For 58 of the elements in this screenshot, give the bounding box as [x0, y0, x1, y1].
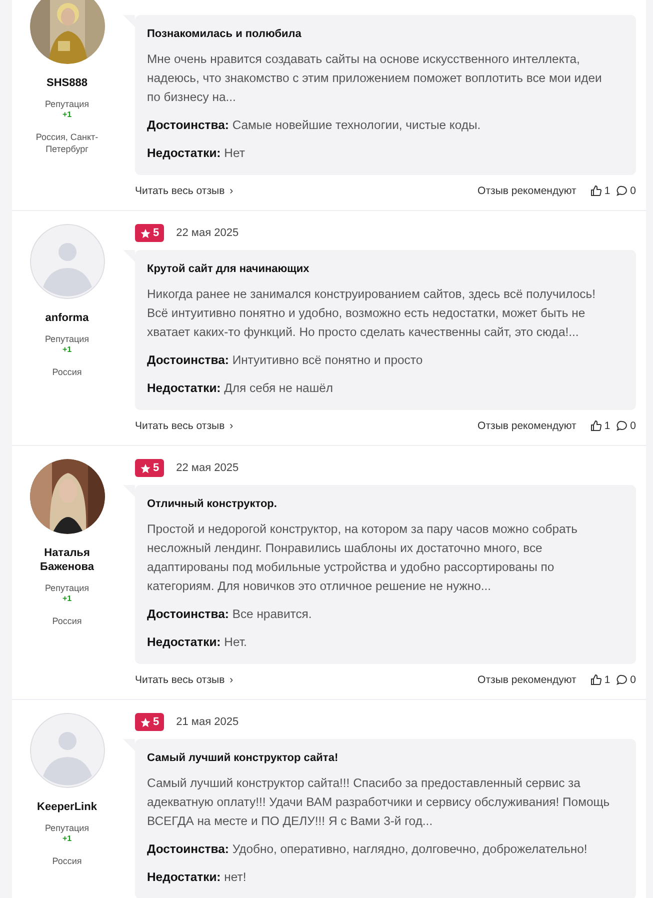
review-date: 22 мая 2025 — [176, 462, 239, 474]
read-full-review-link[interactable]: Читать весь отзыв › — [135, 420, 234, 432]
recommend-label: Отзыв рекомендуют — [478, 185, 576, 197]
review-text: Никогда ранее не занимался конструированием сайтов, здесь всё получилось! Всё интуитивно понятно и удобно, возможно есть недостатки, может быть не хватает каких-то функций. Но просто сделать качественны сайт, это сюда!... — [147, 286, 596, 341]
comment-icon — [616, 185, 628, 197]
review-pros: Достоинства: Все нравится. — [147, 606, 313, 623]
author-location: Россия, Санкт-Петербург — [34, 131, 100, 155]
author-name[interactable]: SHS888 — [22, 76, 112, 90]
author-location: Россия — [51, 615, 83, 627]
review-text: Самый лучший конструктор сайта!!! Спасибо за предоставленный сервис за адекватную оплату!!! Удачи ВАМ разработчики и сервису обслуживания! Помощь ВСЕГДА на месте и ПО ДЕЛУ!!! Я с Вами 3-й год... — [147, 775, 611, 830]
reputation-label: Репутация — [44, 583, 90, 593]
reputation-value: +1 — [62, 834, 72, 843]
avatar-icon — [30, 224, 104, 299]
review-cons: Недостатки: Для себя не нашёл — [147, 380, 334, 397]
comments-button[interactable]: 0 — [616, 420, 636, 432]
reputation-label: Репутация — [44, 334, 90, 344]
review-text: Мне очень нравится создавать сайты на основе искусственного интеллекта, надеюсь, что знакомство с этим приложением поможет воплотить все мои идеи по бизнесу на... — [147, 51, 603, 106]
rating-badge: 5 — [135, 713, 164, 731]
like-button[interactable]: 1 — [590, 674, 610, 686]
reputation-label: Репутация — [44, 823, 90, 833]
author-name[interactable]: KeeperLink — [22, 800, 112, 814]
comment-icon — [616, 420, 628, 432]
author-location: Россия — [51, 366, 83, 378]
review-date: 22 мая 2025 — [176, 227, 239, 239]
review-date: 21 мая 2025 — [176, 716, 239, 728]
recommend-label: Отзыв рекомендуют — [478, 674, 576, 686]
read-full-review-link[interactable]: Читать весь отзыв › — [135, 185, 234, 197]
reputation-value: +1 — [62, 110, 72, 119]
avatar-icon — [30, 713, 104, 788]
like-button[interactable]: 1 — [590, 185, 610, 197]
rating-badge: 5 — [135, 224, 164, 242]
comments-button[interactable]: 0 — [616, 185, 636, 197]
reputation-value: +1 — [62, 594, 72, 603]
thumbs-up-icon — [590, 420, 602, 432]
comments-button[interactable]: 0 — [616, 674, 636, 686]
review-title: Отличный конструктор. — [147, 497, 278, 511]
review-cons: Недостатки: Нет — [147, 145, 246, 162]
reputation-value: +1 — [62, 345, 72, 354]
thumbs-up-icon — [590, 674, 602, 686]
review-pros: Достоинства: Самые новейшие технологии, чистые коды. — [147, 117, 482, 134]
recommend-label: Отзыв рекомендуют — [478, 420, 576, 432]
review-title: Самый лучший конструктор сайта! — [147, 751, 340, 765]
author-name[interactable]: anforma — [22, 311, 112, 325]
rating-badge: 5 — [135, 459, 164, 477]
author-name[interactable]: Наталья Баженова — [22, 546, 112, 574]
author-location: Россия — [51, 855, 83, 867]
review-text: Простой и недорогой конструктор, на котором за пару часов можно собрать несложный лендинг. Понравились шаблоны их достаточно много, все адаптированы под мобильные устройства и удобно рассортированы по категориям. Для новичков это отличное решение не нужно... — [147, 521, 578, 595]
reputation-label: Репутация — [44, 99, 90, 109]
comment-icon — [616, 674, 628, 686]
thumbs-up-icon — [590, 185, 602, 197]
review-pros: Достоинства: Интуитивно всё понятно и просто — [147, 352, 424, 369]
review-cons: Недостатки: нет! — [147, 869, 248, 886]
review-title: Крутой сайт для начинающих — [147, 262, 310, 276]
review-title: Познакомилась и полюбила — [147, 27, 302, 41]
review-cons: Недостатки: Нет. — [147, 634, 248, 651]
like-button[interactable]: 1 — [590, 420, 610, 432]
review-pros: Достоинства: Удобно, оперативно, наглядно, долговечно, доброжелательно! — [147, 841, 588, 858]
read-full-review-link[interactable]: Читать весь отзыв › — [135, 674, 234, 686]
